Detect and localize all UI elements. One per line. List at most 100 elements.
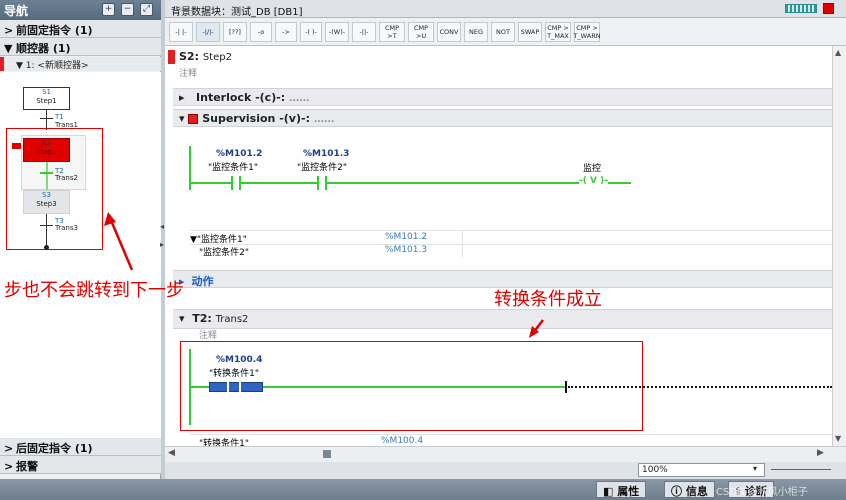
divider xyxy=(190,230,832,231)
zoom-slider[interactable] xyxy=(771,469,831,470)
section-post-instructions[interactable]: > 后固定指令 (1) xyxy=(0,438,161,456)
transition-comment[interactable]: 注释 xyxy=(199,328,217,341)
supervision-icon xyxy=(188,114,199,124)
coil-symbol[interactable]: 监控 xyxy=(583,161,601,174)
section-label: 前固定指令 (1) xyxy=(16,24,93,37)
expand-right-icon[interactable]: ▸ xyxy=(160,240,166,250)
step-name: Step2 xyxy=(202,52,232,63)
neg-button[interactable]: NEG xyxy=(464,22,488,42)
tool-label: -> xyxy=(282,28,290,36)
transition-network[interactable]: ▾ T2: Trans2 xyxy=(173,309,832,329)
collapse-left-icon[interactable]: ◂ xyxy=(160,222,166,232)
step-s2-active[interactable]: S2 Step2 xyxy=(23,138,70,162)
nav-title-text: 导航 xyxy=(4,4,29,18)
contact3-address[interactable]: %M100.4 xyxy=(216,355,262,365)
step-marker xyxy=(168,50,175,64)
open-branch-button[interactable]: -o xyxy=(250,22,272,42)
section-label: 后固定指令 (1) xyxy=(16,442,93,455)
conv-button[interactable]: CONV xyxy=(437,22,461,42)
step-s3[interactable]: S3 Step3 xyxy=(23,190,70,214)
transition-t2[interactable] xyxy=(40,172,53,174)
tool-label: [??] xyxy=(229,28,241,36)
close-editor-icon[interactable] xyxy=(823,3,834,14)
compare-contact-button[interactable]: -||- xyxy=(352,22,376,42)
contact1-symbol[interactable]: "监控条件1" xyxy=(208,160,258,173)
inspector-tabs-bar: ◧ 属性 ⓘ 信息 ⚕ 诊断 CSDN @秋风小柜子 xyxy=(0,479,846,500)
supervision-comment: ...... xyxy=(313,115,335,125)
warning-coil-button[interactable]: -(W)- xyxy=(325,22,349,42)
close-branch-button[interactable]: -> xyxy=(275,22,297,42)
contact1-address[interactable]: %M101.2 xyxy=(216,149,262,159)
cmp-u-button[interactable]: CMP >U xyxy=(408,22,434,42)
window-layout-icon[interactable] xyxy=(785,4,817,13)
tool-label: -( )- xyxy=(305,28,317,36)
interlock-network[interactable]: ▸ Interlock -(c)-: ...... xyxy=(173,88,832,106)
tab-info[interactable]: ⓘ 信息 xyxy=(664,481,715,498)
step-name: Step1 xyxy=(36,97,57,105)
section-label: 报警 xyxy=(16,460,38,473)
empty-box-button[interactable]: [??] xyxy=(223,22,247,42)
contact1-icon[interactable] xyxy=(231,176,241,190)
transition-name: Trans2 xyxy=(55,174,78,182)
zoom-in-icon[interactable]: + xyxy=(102,3,115,16)
ladder-editor: S2: Step2 注释 ▸ Interlock -(c)-: ...... ▾… xyxy=(165,46,832,449)
editor-header: 背景数据块：测试_DB [DB1] xyxy=(165,0,846,18)
scroll-right-icon[interactable]: ▶ xyxy=(817,448,824,458)
transition-t3[interactable] xyxy=(40,225,53,226)
graph-link xyxy=(46,214,47,247)
watermark: CSDN @秋风小柜子 xyxy=(716,487,808,498)
fit-view-icon[interactable]: ⤢ xyxy=(140,3,153,16)
not-button[interactable]: NOT xyxy=(491,22,515,42)
contact2-icon[interactable] xyxy=(317,176,327,190)
step-comment[interactable]: 注释 xyxy=(179,66,197,79)
section-sequencer[interactable]: ▼ 顺控器 (1) xyxy=(0,38,161,56)
chevron-right-icon: ▸ xyxy=(179,91,185,104)
cmp-tmax-button[interactable]: CMP > T_MAX xyxy=(545,22,571,42)
tab-properties[interactable]: ◧ 属性 xyxy=(596,481,647,498)
scroll-left-icon[interactable]: ◀ xyxy=(168,448,175,458)
properties-icon: ◧ xyxy=(603,485,618,498)
contact2-address[interactable]: %M101.3 xyxy=(303,149,349,159)
transition-name: Trans2 xyxy=(215,314,249,325)
chevron-down-icon: ▾ xyxy=(179,112,185,125)
navigation-pane: 导航 + − ⤢ > 前固定指令 (1) ▼ 顺控器 (1) ▼ 1: <新顺控器>… xyxy=(0,0,161,479)
swap-button[interactable]: SWAP xyxy=(518,22,542,42)
step-s1[interactable]: S1 Step1 xyxy=(23,87,70,110)
editor-status-row: 100% ▾ xyxy=(165,462,846,479)
zoom-out-icon[interactable]: − xyxy=(121,3,134,16)
section-pre-instructions[interactable]: > 前固定指令 (1) xyxy=(0,20,161,38)
step-number: S2 xyxy=(42,139,51,147)
vertical-scrollbar[interactable]: ▲ ▼ xyxy=(832,46,846,446)
chevron-down-icon: ▼ xyxy=(4,42,13,55)
no-contact-button[interactable]: -| |- xyxy=(169,22,193,42)
scroll-up-icon[interactable]: ▲ xyxy=(835,48,841,57)
cmp-twarn-button[interactable]: CMP > T_WARN xyxy=(573,22,601,42)
supervision-coil-icon[interactable]: -( V )- xyxy=(579,176,608,186)
scroll-down-icon[interactable]: ▼ xyxy=(835,434,841,443)
supervision-network[interactable]: ▾ Supervision -(v)-: ...... xyxy=(173,109,832,127)
nc-contact-button[interactable]: -|/|- xyxy=(196,22,220,42)
contact3-symbol[interactable]: "转换条件1" xyxy=(209,366,259,379)
zoom-select[interactable]: 100% xyxy=(638,463,765,477)
cmp-t-button[interactable]: CMP >T xyxy=(379,22,405,42)
supervision-label: Supervision -(v)-: xyxy=(202,112,310,125)
chevron-down-icon: ▾ xyxy=(179,312,185,325)
contact2-symbol[interactable]: "监控条件2" xyxy=(297,160,347,173)
annotation-right-text: 转换条件成立 xyxy=(494,289,602,310)
contact3-icon xyxy=(227,380,241,394)
active-marker-icon xyxy=(12,143,21,149)
tool-label: CMP > T_MAX xyxy=(547,24,569,40)
tool-label: -o xyxy=(257,28,265,36)
sequencer-item[interactable]: ▼ 1: <新顺控器> xyxy=(0,57,161,71)
var-row-address: %M101.2 xyxy=(385,232,428,242)
coil-button[interactable]: -( )- xyxy=(300,22,322,42)
nav-title: 导航 xyxy=(0,0,161,20)
chevron-down-icon[interactable]: ▾ xyxy=(753,464,757,473)
scroll-thumb[interactable] xyxy=(323,450,331,458)
section-alarms[interactable]: > 报警 xyxy=(0,456,161,474)
horizontal-scrollbar[interactable]: ◀ ▶ xyxy=(165,446,846,462)
divider xyxy=(190,244,832,245)
transition-t1[interactable] xyxy=(40,118,53,119)
tool-label: CMP >T xyxy=(384,24,400,40)
step-name: Step2 xyxy=(36,148,57,156)
